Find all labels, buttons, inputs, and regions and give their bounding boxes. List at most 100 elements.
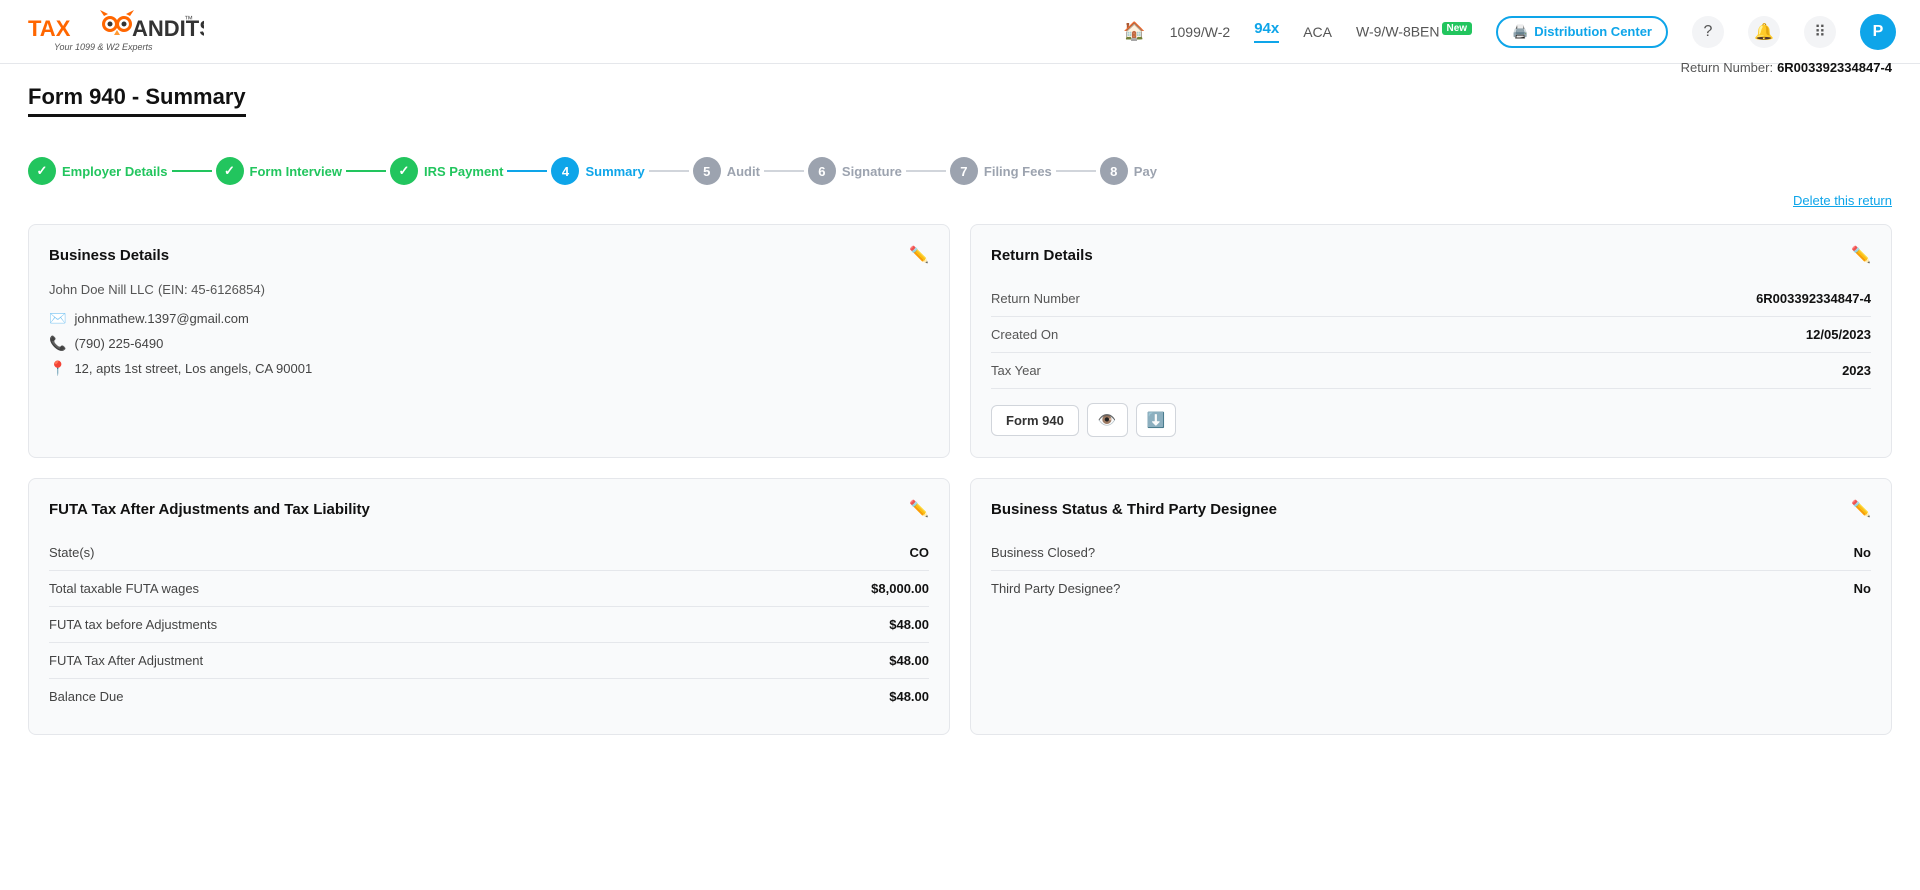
return-details-edit-icon[interactable]: ✏️: [1851, 245, 1871, 265]
step-summary[interactable]: 4 Summary: [551, 157, 644, 185]
step-employer-details[interactable]: ✓ Employer Details: [28, 157, 168, 185]
futa-after-adj-row: FUTA Tax After Adjustment $48.00: [49, 643, 929, 679]
return-number-row: Return Number: 6R003392334847-4: [1681, 60, 1892, 75]
email-row: ✉️ johnmathew.1397@gmail.com: [49, 310, 929, 327]
svg-text:Your 1099 & W2 Experts: Your 1099 & W2 Experts: [54, 42, 153, 52]
step-irs-payment[interactable]: ✓ IRS Payment: [390, 157, 503, 185]
business-closed-row: Business Closed? No: [991, 535, 1871, 571]
step-6-circle: 6: [808, 157, 836, 185]
svg-text:ANDITS: ANDITS: [132, 16, 204, 41]
return-number-detail-row: Return Number 6R003392334847-4: [991, 281, 1871, 317]
created-on-label: Created On: [991, 327, 1058, 342]
futa-edit-icon[interactable]: ✏️: [909, 499, 929, 519]
futa-before-adj-value: $48.00: [889, 617, 929, 632]
home-icon[interactable]: 🏠: [1123, 21, 1145, 42]
step-1-circle: ✓: [28, 157, 56, 185]
grid-icon[interactable]: ⠿: [1804, 16, 1836, 48]
step-3-circle: ✓: [390, 157, 418, 185]
business-details-header: Business Details ✏️: [49, 245, 929, 265]
futa-after-adj-label: FUTA Tax After Adjustment: [49, 653, 203, 668]
stepper: ✓ Employer Details ✓ Form Interview ✓ IR…: [28, 141, 1892, 193]
help-icon[interactable]: ?: [1692, 16, 1724, 48]
business-closed-value: No: [1854, 545, 1871, 560]
futa-states-value: CO: [910, 545, 930, 560]
business-name: John Doe Nill LLC (EIN: 45-6126854): [49, 281, 929, 298]
step-7-circle: 7: [950, 157, 978, 185]
futa-balance-due-value: $48.00: [889, 689, 929, 704]
nav-1099-w2[interactable]: 1099/W-2: [1170, 24, 1230, 40]
futa-after-adj-value: $48.00: [889, 653, 929, 668]
nav-aca[interactable]: ACA: [1303, 24, 1332, 40]
line-7: [1056, 170, 1096, 172]
business-details-edit-icon[interactable]: ✏️: [909, 245, 929, 265]
delete-return-link[interactable]: Delete this return: [1793, 193, 1892, 208]
step-8-circle: 8: [1100, 157, 1128, 185]
step-4-circle: 4: [551, 157, 579, 185]
third-party-label: Third Party Designee?: [991, 581, 1120, 596]
step-form-interview[interactable]: ✓ Form Interview: [216, 157, 342, 185]
return-number-detail-label: Return Number: [991, 291, 1080, 306]
logo[interactable]: TAX ANDITS ™ Your 1099 & W2 Experts: [24, 8, 204, 56]
view-form-button[interactable]: 👁️: [1087, 403, 1128, 437]
business-details-title: Business Details: [49, 247, 169, 264]
futa-states-row: State(s) CO: [49, 535, 929, 571]
line-3: [507, 170, 547, 172]
step-3-label: IRS Payment: [424, 164, 503, 179]
tax-year-label: Tax Year: [991, 363, 1041, 378]
step-8-label: Pay: [1134, 164, 1157, 179]
business-details-card: Business Details ✏️ John Doe Nill LLC (E…: [28, 224, 950, 458]
return-number-label: Return Number:: [1681, 60, 1773, 75]
distribution-center-button[interactable]: 🖨️ Distribution Center: [1496, 16, 1668, 48]
third-party-value: No: [1854, 581, 1871, 596]
address-value: 12, apts 1st street, Los angels, CA 9000…: [74, 361, 312, 376]
futa-card: FUTA Tax After Adjustments and Tax Liabi…: [28, 478, 950, 735]
avatar[interactable]: P: [1860, 14, 1896, 50]
phone-value: (790) 225-6490: [74, 336, 163, 351]
notification-icon[interactable]: 🔔: [1748, 16, 1780, 48]
ein: (EIN: 45-6126854): [158, 282, 265, 297]
download-form-button[interactable]: ⬇️: [1136, 403, 1177, 437]
line-6: [906, 170, 946, 172]
nav-w9[interactable]: W-9/W-8BENNew: [1356, 23, 1472, 40]
step-filing-fees[interactable]: 7 Filing Fees: [950, 157, 1052, 185]
step-audit[interactable]: 5 Audit: [693, 157, 760, 185]
step-5-circle: 5: [693, 157, 721, 185]
business-status-header: Business Status & Third Party Designee ✏…: [991, 499, 1871, 519]
step-signature[interactable]: 6 Signature: [808, 157, 902, 185]
step-2-label: Form Interview: [250, 164, 342, 179]
step-5-label: Audit: [727, 164, 760, 179]
step-7-label: Filing Fees: [984, 164, 1052, 179]
futa-balance-due-label: Balance Due: [49, 689, 123, 704]
nav-links: 🏠 1099/W-2 94x ACA W-9/W-8BENNew 🖨️ Dist…: [1123, 14, 1896, 50]
nav-94x[interactable]: 94x: [1254, 20, 1279, 43]
email-icon: ✉️: [49, 310, 66, 327]
step-2-circle: ✓: [216, 157, 244, 185]
svg-text:™: ™: [184, 14, 193, 24]
phone-icon: 📞: [49, 335, 66, 352]
step-6-label: Signature: [842, 164, 902, 179]
form-940-button[interactable]: Form 940: [991, 405, 1079, 436]
business-status-card: Business Status & Third Party Designee ✏…: [970, 478, 1892, 735]
return-number-detail-value: 6R003392334847-4: [1756, 291, 1871, 306]
third-party-row: Third Party Designee? No: [991, 571, 1871, 606]
business-status-edit-icon[interactable]: ✏️: [1851, 499, 1871, 519]
line-4: [649, 170, 689, 172]
address-icon: 📍: [49, 360, 66, 377]
svg-text:TAX: TAX: [28, 16, 71, 41]
futa-wages-label: Total taxable FUTA wages: [49, 581, 199, 596]
logo-svg: TAX ANDITS ™ Your 1099 & W2 Experts: [24, 8, 204, 56]
business-closed-label: Business Closed?: [991, 545, 1095, 560]
tax-year-value: 2023: [1842, 363, 1871, 378]
line-1: [172, 170, 212, 172]
step-pay[interactable]: 8 Pay: [1100, 157, 1157, 185]
printer-icon: 🖨️: [1512, 24, 1528, 40]
return-number-value: 6R003392334847-4: [1777, 60, 1892, 75]
futa-wages-value: $8,000.00: [871, 581, 929, 596]
step-1-label: Employer Details: [62, 164, 168, 179]
futa-before-adj-label: FUTA tax before Adjustments: [49, 617, 217, 632]
futa-header: FUTA Tax After Adjustments and Tax Liabi…: [49, 499, 929, 519]
futa-before-adj-row: FUTA tax before Adjustments $48.00: [49, 607, 929, 643]
futa-balance-due-row: Balance Due $48.00: [49, 679, 929, 714]
page-content: Form 940 - Summary Return Number: 6R0033…: [0, 64, 1920, 775]
tax-year-row: Tax Year 2023: [991, 353, 1871, 389]
